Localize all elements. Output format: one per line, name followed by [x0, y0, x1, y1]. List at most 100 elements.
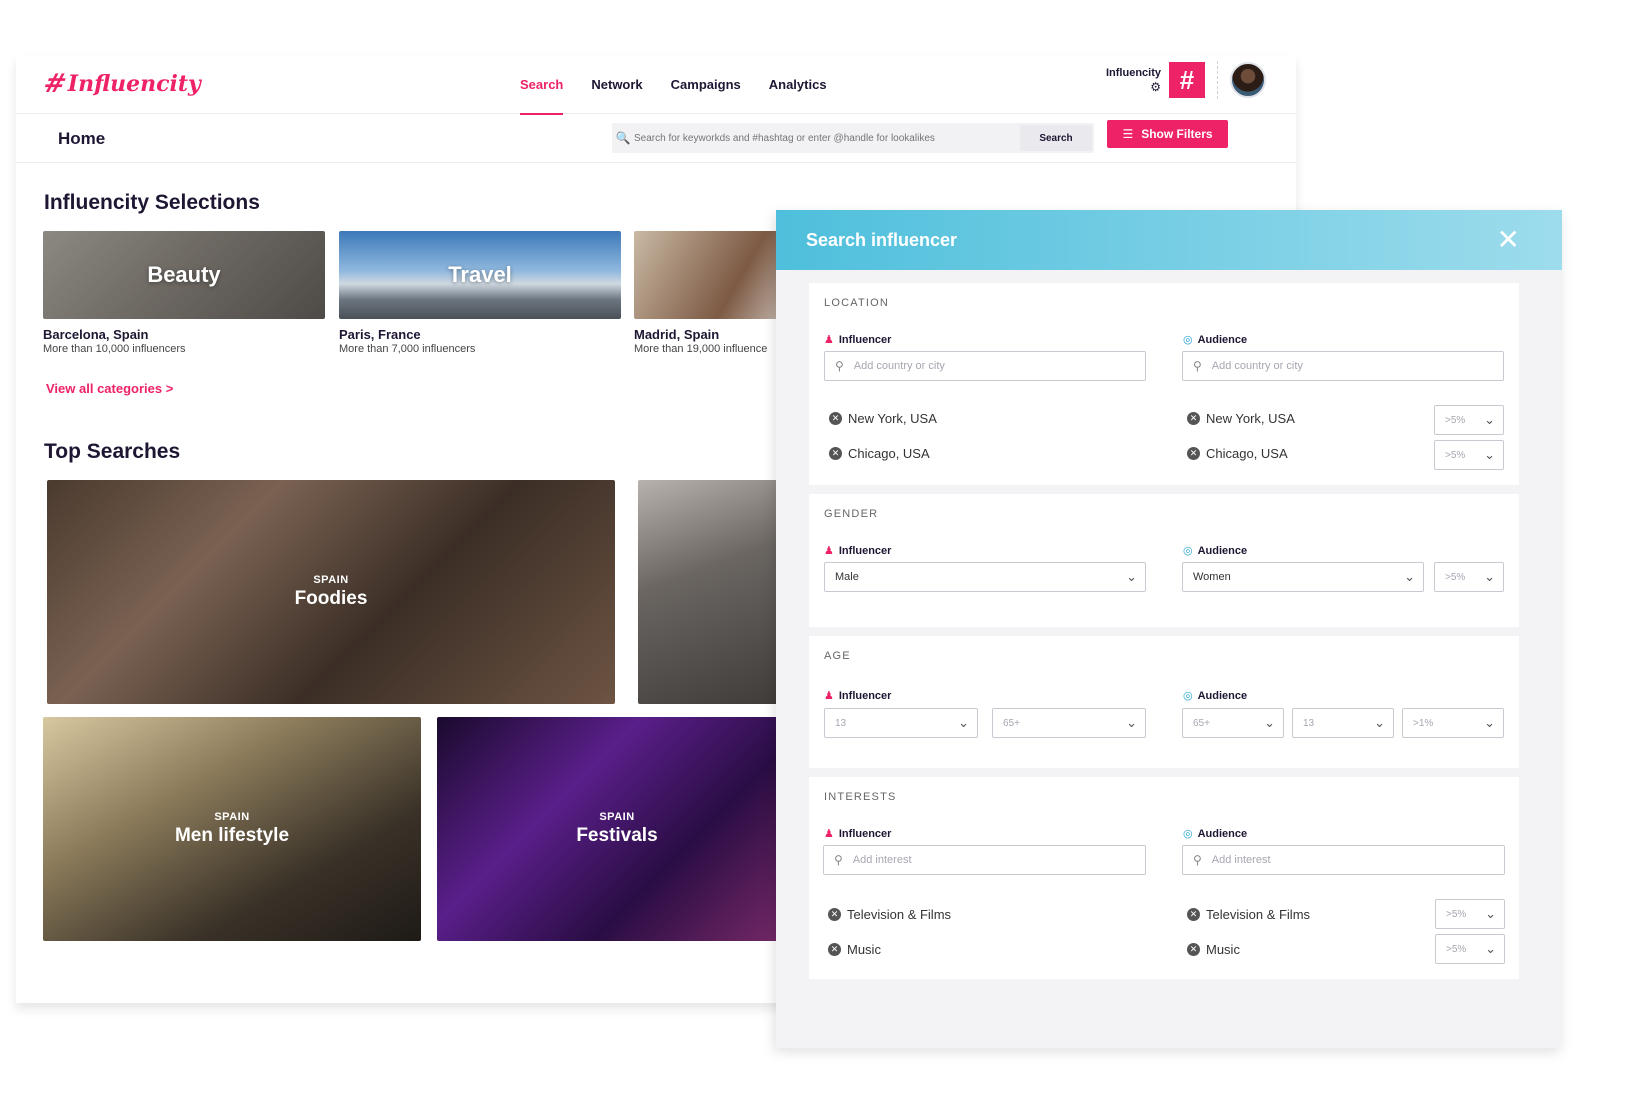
chevron-down-icon: ⌄	[1404, 569, 1415, 584]
influencer-age-from-select[interactable]: 13 ⌄	[824, 708, 978, 738]
top-search-card-men-lifestyle[interactable]: SPAIN Men lifestyle	[43, 717, 421, 941]
top-search-card-festivals[interactable]: SPAIN Festivals	[437, 717, 797, 941]
chevron-down-icon: ⌄	[1264, 715, 1275, 730]
remove-icon[interactable]: ✕	[1187, 943, 1200, 956]
influencer-age-to-select[interactable]: 65+ ⌄	[992, 708, 1146, 738]
remove-icon[interactable]: ✕	[828, 908, 841, 921]
show-filters-button[interactable]: ☰ Show Filters	[1107, 120, 1228, 148]
chevron-down-icon: ⌄	[1485, 906, 1496, 921]
audience-percent-select[interactable]: >5% ⌄	[1435, 899, 1505, 929]
category-card-beauty[interactable]: Beauty Barcelona, Spain More than 10,000…	[43, 231, 325, 355]
audience-label: ◎ Audience	[1183, 544, 1248, 558]
audience-interest-tag: ✕ Music	[1187, 942, 1240, 957]
percent-value: >5%	[1445, 414, 1466, 426]
top-search-topic: Men lifestyle	[174, 825, 290, 846]
audience-age-to-select[interactable]: 13 ⌄	[1292, 708, 1394, 738]
search-button[interactable]: Search	[1020, 125, 1092, 151]
account-name: Influencity	[1105, 67, 1161, 79]
target-icon: ◎	[1183, 690, 1193, 702]
influencer-label: ♟ Influencer	[824, 544, 891, 558]
influencer-label-text: Influencer	[838, 827, 892, 840]
tag-label: Television & Films	[1206, 907, 1311, 922]
gender-value: Women	[1193, 571, 1231, 583]
remove-icon[interactable]: ✕	[829, 447, 842, 460]
nav-item-search[interactable]: Search	[506, 55, 577, 115]
top-search-card-foodies[interactable]: SPAIN Foodies	[47, 480, 615, 704]
chevron-down-icon: ⌄	[1126, 715, 1137, 730]
brand-logo[interactable]: # Influencity	[40, 69, 201, 99]
target-icon: ◎	[1183, 545, 1193, 557]
top-searches-title: Top Searches	[44, 440, 181, 463]
nav-item-network[interactable]: Network	[577, 55, 656, 114]
account-info[interactable]: Influencity ⚙	[1106, 66, 1161, 94]
influencer-location-input[interactable]: ⚲ Add country or city	[824, 351, 1146, 381]
account-brand-icon[interactable]: #	[1169, 62, 1205, 98]
remove-icon[interactable]: ✕	[829, 412, 842, 425]
percent-value: >5%	[1446, 908, 1467, 920]
category-card-travel[interactable]: Travel Paris, France More than 7,000 inf…	[339, 231, 621, 355]
hashtag-logo-icon: #	[39, 69, 70, 99]
account-area: Influencity ⚙ #	[1106, 61, 1266, 99]
influencer-label: ♟ Influencer	[824, 689, 892, 703]
percent-value: >5%	[1445, 449, 1466, 461]
search-input[interactable]	[634, 132, 1020, 144]
target-icon: ◎	[1183, 334, 1193, 346]
influencer-interest-tag: ✕ Music	[828, 942, 881, 957]
category-label: Travel	[448, 262, 512, 287]
panel-title: Search influencer	[806, 229, 958, 250]
person-icon: ♟	[824, 828, 834, 840]
audience-gender-select[interactable]: Women ⌄	[1182, 562, 1424, 592]
audience-label-text: Audience	[1197, 827, 1248, 840]
nav-item-campaigns[interactable]: Campaigns	[657, 55, 755, 114]
interest-placeholder: Add interest	[852, 854, 912, 866]
influencer-gender-select[interactable]: Male ⌄	[824, 562, 1146, 592]
audience-label: ◎ Audience	[1183, 689, 1247, 703]
interest-placeholder: Add interest	[1211, 854, 1271, 866]
close-icon[interactable]: ✕	[1497, 226, 1520, 254]
chevron-down-icon: ⌄	[958, 715, 969, 730]
audience-percent-select[interactable]: >1% ⌄	[1402, 708, 1504, 738]
category-count: More than 7,000 influencers	[339, 343, 476, 355]
remove-icon[interactable]: ✕	[1187, 908, 1200, 921]
gear-icon[interactable]: ⚙	[1106, 80, 1161, 94]
top-search-country: SPAIN	[214, 811, 250, 823]
audience-percent-select[interactable]: >5% ⌄	[1435, 934, 1505, 964]
audience-age-from-select[interactable]: 65+ ⌄	[1182, 708, 1284, 738]
influencer-label-text: Influencer	[838, 689, 892, 702]
avatar[interactable]	[1230, 62, 1266, 98]
influencer-label-text: Influencer	[838, 333, 892, 346]
remove-icon[interactable]: ✕	[828, 943, 841, 956]
top-navigation-bar: # Influencity Search Network Campaigns A…	[16, 55, 1296, 115]
search-icon: ⚲	[1193, 853, 1202, 867]
audience-percent-select[interactable]: >5% ⌄	[1434, 562, 1504, 592]
remove-icon[interactable]: ✕	[1187, 447, 1200, 460]
main-nav: Search Network Campaigns Analytics	[506, 55, 841, 115]
audience-interest-input[interactable]: ⚲ Add interest	[1182, 845, 1505, 875]
chevron-down-icon: ⌄	[1374, 715, 1385, 730]
influencer-label: ♟ Influencer	[824, 827, 892, 841]
age-value: 65+	[1003, 717, 1020, 729]
gender-section: GENDER ♟ Influencer ◎ Audience Male ⌄ Wo…	[809, 494, 1519, 627]
top-search-card-partial[interactable]	[638, 480, 798, 704]
remove-icon[interactable]: ✕	[1187, 412, 1200, 425]
tag-label: Television & Films	[847, 907, 952, 922]
audience-percent-select[interactable]: >5% ⌄	[1434, 405, 1504, 435]
search-bar: 🔍 Search	[612, 123, 1094, 153]
view-all-categories-link[interactable]: View all categories >	[46, 381, 173, 396]
age-value: 13	[1303, 717, 1315, 729]
chevron-down-icon: ⌄	[1484, 569, 1495, 584]
audience-label-text: Audience	[1197, 333, 1248, 346]
section-title: INTERESTS	[824, 791, 897, 803]
audience-location-input[interactable]: ⚲ Add country or city	[1182, 351, 1504, 381]
category-image: Travel	[339, 231, 621, 319]
influencer-interest-input[interactable]: ⚲ Add interest	[823, 845, 1146, 875]
audience-percent-select[interactable]: >5% ⌄	[1434, 440, 1504, 470]
section-title: AGE	[824, 650, 851, 662]
nav-item-analytics[interactable]: Analytics	[755, 55, 841, 114]
audience-label-text: Audience	[1197, 544, 1248, 557]
chevron-down-icon: ⌄	[1484, 715, 1495, 730]
location-placeholder: Add country or city	[853, 360, 945, 372]
percent-value: >5%	[1445, 571, 1466, 583]
tag-label: Music	[847, 942, 881, 957]
percent-value: >1%	[1413, 717, 1434, 729]
